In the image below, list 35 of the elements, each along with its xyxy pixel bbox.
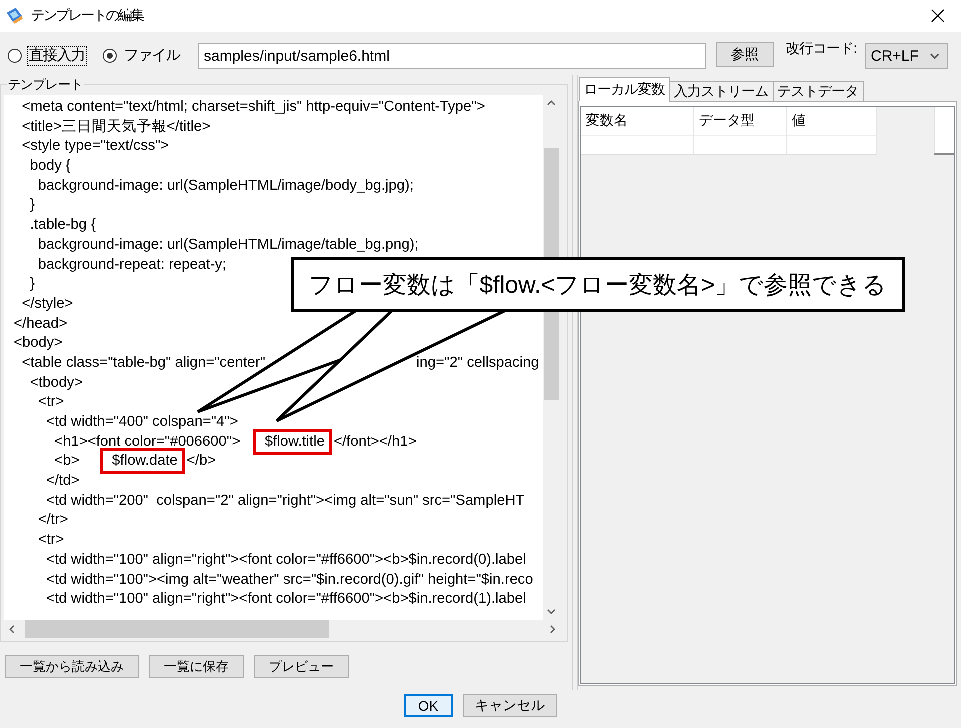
code-text: <td width="100"><img alt="weather" src="$in.record(0).gif" height="$in.reco <box>46 572 534 588</box>
code-text: <table class="table-bg" align="center" <box>22 354 266 371</box>
code-text: <meta content="text/html; charset=shift_jis" http-equiv="Content-Type"> <box>22 99 486 115</box>
code-text: </head> <box>14 316 68 332</box>
code-text: <h1><font color="#006600"> <box>54 434 241 450</box>
code-text: <tbody> <box>30 374 83 391</box>
code-text: <td width="200" colspan="2" align="right"><img alt="sun" src="SampleHT <box>46 492 525 509</box>
code-text: background-repeat: repeat-y; <box>38 256 227 272</box>
code-text: <td width="100" align="right"><font color="#ff6600"><b>$in.record(0).label <box>46 552 526 568</box>
callout-tooltip: フロー変数は「$flow.<フロー変数名>」で参照できる <box>291 257 905 312</box>
code-text: </font></h1> <box>334 434 417 450</box>
code-text: </td> <box>46 473 80 490</box>
highlighted-variable: $flow.title <box>252 428 332 455</box>
field-label: 改行コード: <box>786 40 857 58</box>
code-text: <tr> <box>38 394 64 410</box>
code-text: <td width="100" align="right"><font color="#ff6600"><b>$in.record(1).label <box>46 591 526 608</box>
group-label: テンプレート <box>7 77 84 92</box>
code-text: body { <box>30 158 71 174</box>
code-text: <body> <box>14 335 63 352</box>
code-text: <tr> <box>38 532 64 548</box>
code-text: <b> <box>54 453 80 470</box>
code-text: ing="2" cellspacing <box>416 354 540 371</box>
code-text: background-image: url(SampleHTML/image/table_bg.png); <box>38 236 419 253</box>
code-text: } <box>30 197 36 214</box>
code-text: background-image: url(SampleHTML/image/body_bg.jpg); <box>38 178 414 194</box>
code-text: .table-bg { <box>30 217 96 234</box>
window-title: テンプレートの編集 <box>31 7 144 25</box>
code-text: </tr> <box>38 512 68 528</box>
code-text: } <box>30 276 36 292</box>
code-text: </b> <box>186 453 216 470</box>
code-text: <title>三日間天気予報</title> <box>22 118 211 135</box>
code-text: <td width="400" colspan="4"> <box>46 414 238 430</box>
code-text: <style type="text/css"> <box>22 138 170 154</box>
highlighted-variable: $flow.date <box>100 448 185 474</box>
code-text: </style> <box>22 296 74 312</box>
